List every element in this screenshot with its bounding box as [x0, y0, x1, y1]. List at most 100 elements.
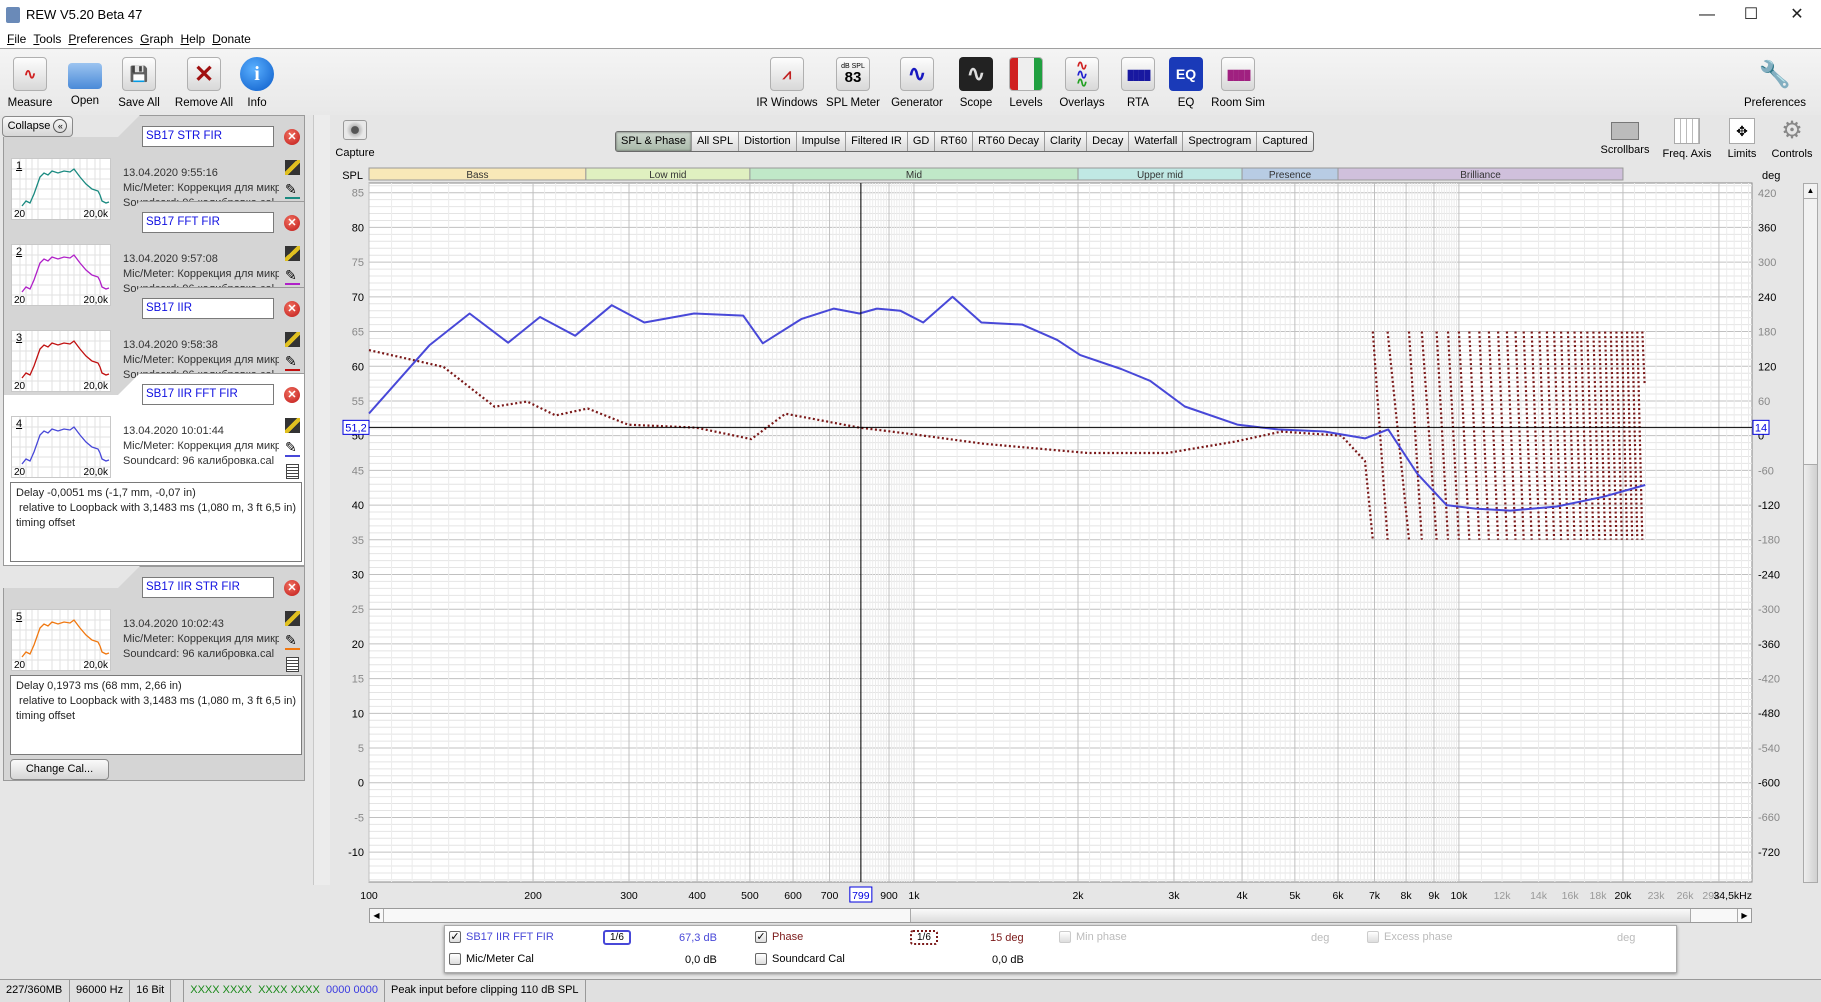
info-button[interactable]: i Info [222, 57, 292, 109]
checkbox[interactable] [449, 953, 461, 966]
meter-green: XXXX XXXX XXXX XXXX [190, 984, 320, 996]
phase-toggle[interactable]: ✓ Phase [755, 931, 803, 944]
measurement-thumbnail[interactable]: 5 20 20,0k [11, 609, 111, 671]
bit-depth: 16 Bit [130, 980, 172, 1002]
scroll-thumb[interactable] [910, 909, 1691, 922]
checkbox-checked[interactable]: ✓ [755, 931, 767, 944]
checkbox-checked[interactable]: ✓ [449, 931, 461, 944]
change-cal-button[interactable]: Change Cal... [10, 566, 109, 587]
measurement-name-field[interactable]: SB17 IIR STR FIR [142, 577, 274, 598]
tab-all-spl[interactable]: All SPL [692, 132, 740, 151]
menu-donate[interactable]: Donate [212, 30, 251, 48]
y2-tick-label: 360 [1758, 223, 1776, 235]
scrollbars-button[interactable]: Scrollbars [1595, 118, 1655, 156]
thumb-max-label: 20,0k [83, 660, 108, 671]
x-tick-label: 200 [524, 890, 542, 902]
info-label: Info [247, 97, 267, 109]
tab-filtered-ir[interactable]: Filtered IR [846, 132, 908, 151]
vertical-scrollbar[interactable]: ▲ [1803, 183, 1818, 883]
maximize-button[interactable]: ☐ [1729, 2, 1773, 28]
generator-icon: ∿ [900, 57, 934, 91]
y2-tick-label: -480 [1758, 708, 1780, 720]
scroll-up-arrow-icon[interactable]: ▲ [1804, 184, 1817, 199]
y-tick-label: 40 [352, 500, 364, 512]
tab-impulse[interactable]: Impulse [797, 132, 847, 151]
tab-clarity[interactable]: Clarity [1045, 132, 1088, 151]
tab-captured[interactable]: Captured [1257, 132, 1312, 151]
measurement-name-field[interactable]: SB17 STR FIR [142, 126, 274, 147]
tab-spl-phase[interactable]: SPL & Phase [616, 132, 693, 151]
measurement-name-field[interactable]: SB17 IIR [142, 298, 274, 319]
freq-axis-label: Freq. Axis [1662, 148, 1712, 160]
menu-tools[interactable]: Tools [33, 30, 61, 48]
measurement-card[interactable]: SB17 IIR FFT FIR ✕ 4 20 20,0k 13.04.2020… [3, 373, 305, 566]
menu-file[interactable]: File [7, 30, 26, 48]
y2-tick-label: -540 [1758, 743, 1780, 755]
soundcard-cal-toggle[interactable]: Soundcard Cal [755, 953, 845, 966]
checkbox[interactable] [1367, 931, 1379, 944]
menu-graph[interactable]: Graph [140, 30, 173, 48]
mic-cal-toggle[interactable]: Mic/Meter Cal [449, 953, 534, 966]
measurement-thumbnail[interactable]: 2 20 20,0k [11, 244, 111, 306]
spl-phase-chart[interactable]: Bass Low mid Mid Upper mid Presence Brillianc… [290, 160, 1821, 910]
minimize-button[interactable]: — [1685, 2, 1729, 28]
tab-distortion[interactable]: Distortion [739, 132, 797, 151]
tab-spectrogram[interactable]: Spectrogram [1183, 132, 1258, 151]
checkbox[interactable] [1059, 931, 1071, 944]
eq-icon: EQ [1169, 57, 1203, 91]
tab-rt60-decay[interactable]: RT60 Decay [973, 132, 1045, 151]
info-icon: i [240, 57, 274, 91]
phase-smoothing-badge[interactable]: 1/6 [910, 930, 938, 945]
remove-measurement-icon[interactable]: ✕ [284, 129, 300, 145]
x-tick-label: 26k [1677, 890, 1695, 902]
close-button[interactable]: ✕ [1775, 2, 1819, 28]
excess-phase-toggle[interactable]: Excess phase [1367, 931, 1452, 944]
scroll-left-arrow-icon[interactable]: ◀ [370, 909, 384, 922]
measurement-name-field[interactable]: SB17 FFT FIR [142, 212, 274, 233]
mic-cal-label: Mic/Meter Cal [466, 953, 534, 965]
spl-meter-label: SPL Meter [826, 97, 880, 109]
tab-decay[interactable]: Decay [1087, 132, 1130, 151]
min-phase-toggle[interactable]: Min phase [1059, 931, 1127, 944]
freq-axis-button[interactable]: Freq. Axis [1657, 118, 1717, 160]
remove-all-icon: ✕ [187, 57, 221, 91]
meter-blue: 0000 0000 [325, 984, 378, 996]
measurement-thumbnail[interactable]: 1 20 20,0k [11, 158, 111, 220]
thumb-min-label: 20 [14, 295, 26, 306]
y2-tick-label: 180 [1758, 327, 1776, 339]
room-sim-label: Room Sim [1211, 97, 1265, 109]
measurement-thumbnail[interactable]: 4 20 20,0k [11, 416, 111, 478]
measurement-thumbnail[interactable]: 3 20 20,0k [11, 330, 111, 392]
capture-button[interactable]: Capture [335, 120, 375, 159]
spl-smoothing-badge[interactable]: 1/6 [603, 930, 631, 945]
controls-button[interactable]: ⚙ Controls [1762, 117, 1821, 161]
change-cal-button[interactable]: Change Cal... [10, 759, 109, 780]
measurement-card[interactable]: SB17 IIR STR FIR ✕ 5 20 20,0k 13.04.2020… [3, 566, 305, 781]
tab-rt60[interactable]: RT60 [935, 132, 974, 151]
menu-help[interactable]: Help [180, 30, 205, 48]
measurement-name-field[interactable]: SB17 IIR FFT FIR [142, 384, 274, 405]
rta-icon: ▮▮▮▮ [1121, 57, 1155, 91]
series-toggle[interactable]: ✓ SB17 IIR FFT FIR [449, 931, 554, 944]
x-tick-label: 8k [1401, 890, 1413, 902]
x-tick-label: 400 [688, 890, 706, 902]
scroll-thumb[interactable] [1804, 464, 1817, 882]
tab-waterfall[interactable]: Waterfall [1129, 132, 1184, 151]
thumb-max-label: 20,0k [83, 381, 108, 392]
thumb-min-label: 20 [14, 660, 26, 671]
measurement-number: 4 [16, 418, 23, 430]
tab-gd[interactable]: GD [908, 132, 936, 151]
checkbox[interactable] [755, 953, 767, 966]
ir-windows-button[interactable]: ⩘ IR Windows [752, 57, 822, 109]
smoothing-value: 1/6 [917, 932, 931, 943]
room-sim-button[interactable]: ▮▮▮▮ Room Sim [1203, 57, 1273, 109]
horizontal-scrollbar[interactable]: ◀ ▶ [369, 908, 1752, 923]
collapse-button[interactable]: Collapse « [2, 116, 73, 137]
spl-meter-button[interactable]: dB SPL 83 SPL Meter [818, 57, 888, 109]
scroll-right-arrow-icon[interactable]: ▶ [1737, 909, 1751, 922]
save-all-button[interactable]: 💾 Save All [104, 57, 174, 109]
x-tick-label: 23k [1648, 890, 1666, 902]
gear-icon: ⚙ [1781, 117, 1803, 144]
preferences-button[interactable]: 🔧 Preferences [1740, 57, 1810, 110]
menu-preferences[interactable]: Preferences [68, 30, 133, 48]
